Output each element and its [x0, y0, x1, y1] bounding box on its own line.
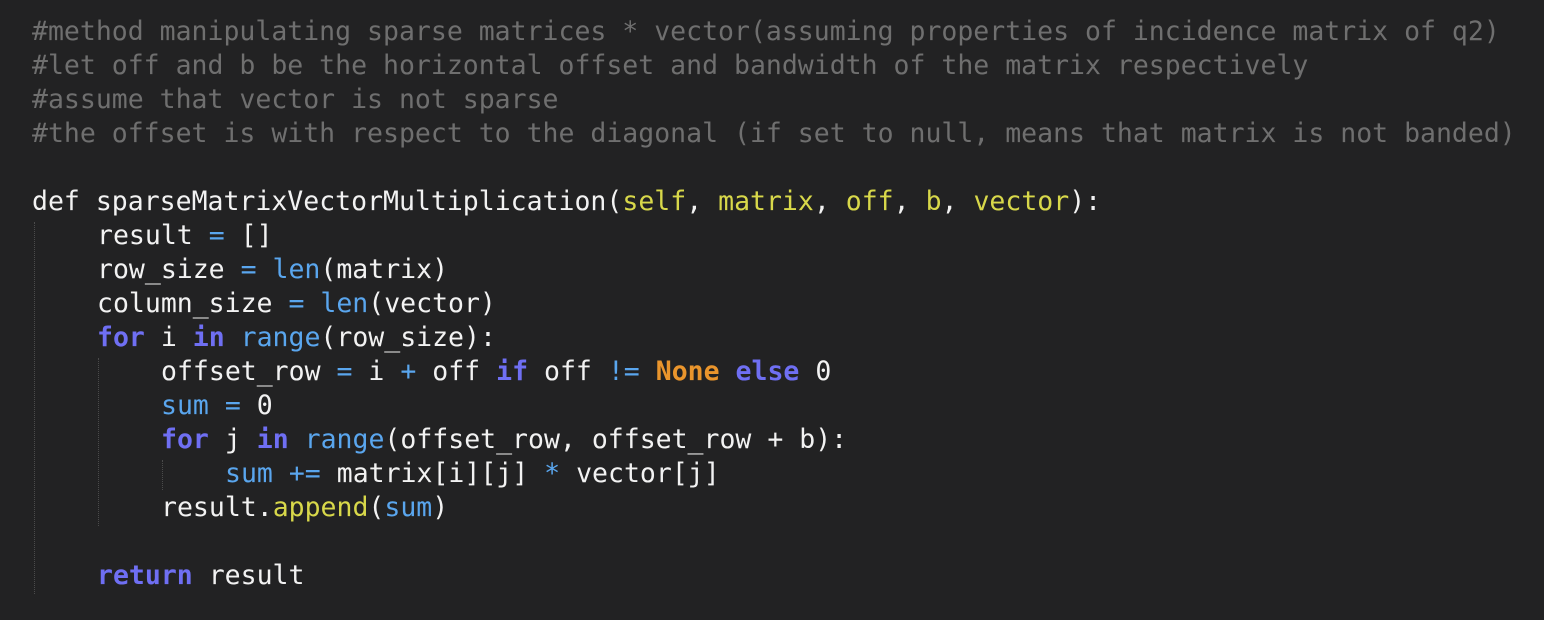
indent-guide-level-2 [98, 358, 99, 526]
result-variable: result [208, 560, 305, 591]
sum-variable: sum [161, 390, 209, 421]
loop-variable-j: j [208, 424, 257, 455]
assign-operator: = [320, 356, 369, 387]
plus-operator: + [384, 356, 433, 387]
comment-line-4: #the offset is with respect to the diago… [32, 118, 1516, 149]
indent-guide-level-3 [162, 460, 163, 490]
offset-row-line: offset_row = i + off if off != None else… [161, 355, 831, 389]
range-builtin: range [304, 424, 385, 455]
len-builtin: len [272, 254, 321, 285]
comment-line-3: #assume that vector is not sparse [32, 84, 559, 115]
param-vector: vector [973, 186, 1070, 217]
plus-assign-operator: += [288, 458, 321, 489]
result-init-line: result = [] [97, 219, 273, 253]
assign-operator: = [224, 254, 273, 285]
column-size-variable: column_size [97, 288, 273, 319]
not-equal-operator: != [607, 356, 640, 387]
empty-list: [] [240, 220, 273, 251]
function-name: sparseMatrixVectorMultiplication [95, 186, 607, 217]
comment-line-1: #method manipulating sparse matrices * v… [32, 16, 1500, 47]
open-paren: ( [368, 492, 385, 523]
return-line: return result [97, 559, 304, 593]
param-b: b [925, 186, 942, 217]
off-token: off [432, 356, 481, 387]
open-paren: ( [606, 186, 623, 217]
off-token: off [544, 356, 592, 387]
assign-operator: = [208, 390, 257, 421]
param-off: off [845, 186, 894, 217]
param-self: self [622, 186, 687, 217]
append-line: result.append(sum) [161, 491, 448, 525]
assign-operator: = [192, 220, 241, 251]
sum-variable: sum [225, 458, 273, 489]
for-keyword: for [161, 424, 209, 455]
range-argument: (row_size): [320, 322, 496, 353]
else-keyword: else [735, 356, 800, 387]
inner-for-line: for j in range(offset_row, offset_row + … [161, 423, 847, 457]
in-keyword: in [192, 322, 225, 353]
function-definition-line: def sparseMatrixVectorMultiplication(sel… [32, 185, 1101, 219]
param-separator: , [686, 186, 719, 217]
param-matrix: matrix [718, 186, 814, 217]
code-editor[interactable]: #method manipulating sparse matrices * v… [0, 0, 1544, 620]
close-signature: ): [1069, 186, 1102, 217]
sum-argument: sum [384, 492, 433, 523]
close-paren: ) [432, 492, 449, 523]
if-keyword: if [496, 356, 529, 387]
return-keyword: return [97, 560, 193, 591]
offset-row-variable: offset_row [161, 356, 321, 387]
outer-for-line: for i in range(row_size): [97, 321, 496, 355]
accumulate-line: sum += matrix[i][j] * vector[j] [225, 457, 720, 491]
i-token: i [368, 356, 385, 387]
append-method: append [272, 492, 369, 523]
zero-literal: 0 [815, 356, 832, 387]
in-keyword: in [256, 424, 289, 455]
matrix-index-expression: matrix[i][j] [336, 458, 529, 489]
row-size-variable: row_size [97, 254, 225, 285]
range-arguments: (offset_row, offset_row + b): [384, 424, 848, 455]
none-constant: None [655, 356, 720, 387]
row-size-line: row_size = len(matrix) [97, 253, 448, 287]
sum-init-line: sum = 0 [161, 389, 273, 423]
result-object: result. [161, 492, 273, 523]
param-separator: , [941, 186, 974, 217]
indent-guide-level-1 [34, 222, 35, 594]
multiply-operator: * [544, 458, 561, 489]
comment-line-2: #let off and b be the horizontal offset … [32, 50, 1309, 81]
param-separator: , [813, 186, 846, 217]
param-separator: , [893, 186, 926, 217]
matrix-argument: (matrix) [320, 254, 449, 285]
vector-argument: (vector) [368, 288, 496, 319]
zero-literal: 0 [256, 390, 273, 421]
result-variable: result [97, 220, 193, 251]
vector-index-expression: vector[j] [576, 458, 720, 489]
column-size-line: column_size = len(vector) [97, 287, 496, 321]
for-keyword: for [97, 322, 145, 353]
def-keyword: def [32, 186, 80, 217]
len-builtin: len [320, 288, 369, 319]
assign-operator: = [272, 288, 321, 319]
range-builtin: range [240, 322, 321, 353]
loop-variable-i: i [144, 322, 193, 353]
